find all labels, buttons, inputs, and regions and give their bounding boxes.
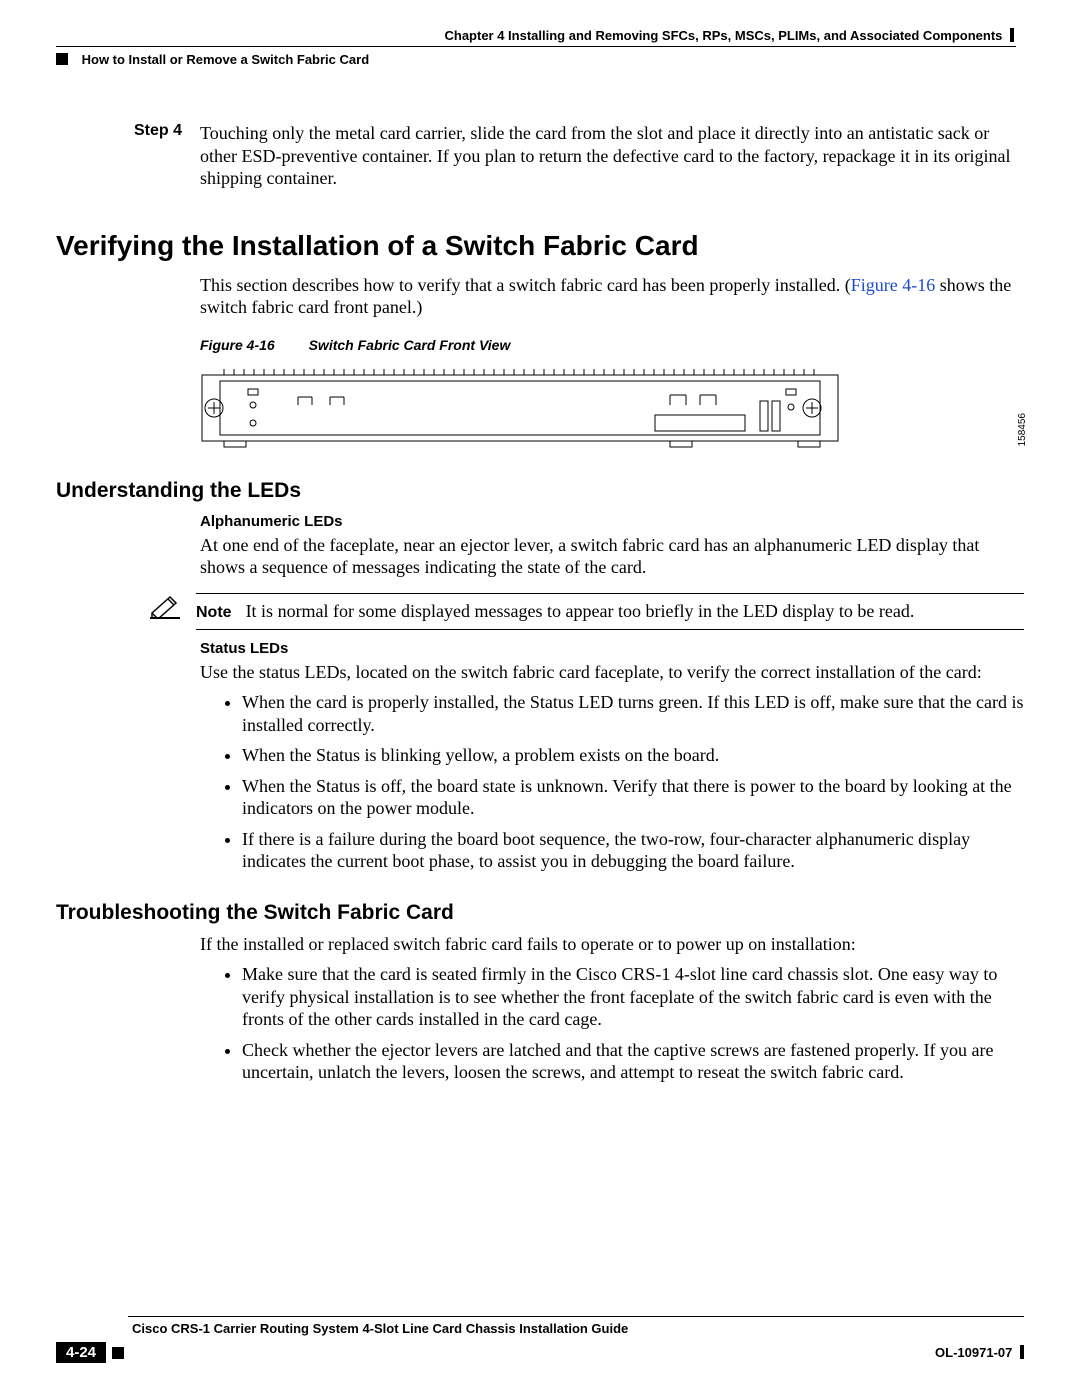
figure-xref-link[interactable]: Figure 4-16: [851, 275, 936, 295]
alphanumeric-leds-text: At one end of the faceplate, near an eje…: [200, 534, 1024, 579]
running-footer: Cisco CRS-1 Carrier Routing System 4-Slo…: [56, 1316, 1024, 1363]
note-line: Note It is normal for some displayed mess…: [196, 600, 1024, 623]
figure-number: Figure 4-16: [200, 337, 275, 353]
troubleshooting-list: Make sure that the card is seated firmly…: [216, 963, 1024, 1084]
figure-id-label: 158456: [1017, 413, 1028, 446]
footer-square-icon: [112, 1347, 124, 1359]
step-label: Step 4: [56, 122, 200, 190]
heading-understanding-leds: Understanding the LEDs: [56, 479, 1024, 503]
heading-verifying: Verifying the Installation of a Switch F…: [56, 230, 1024, 262]
step-text: Touching only the metal card carrier, sl…: [200, 122, 1024, 190]
header-end-bar: [1010, 28, 1014, 42]
status-leds-list: When the card is properly installed, the…: [216, 691, 1024, 873]
list-item: Make sure that the card is seated firmly…: [242, 963, 1024, 1031]
figure-title: Switch Fabric Card Front View: [309, 337, 511, 353]
footer-end-bar: [1020, 1345, 1024, 1359]
intro-paragraph: This section describes how to verify tha…: [200, 274, 1024, 319]
note-label: Note: [196, 604, 232, 621]
note-pencil-icon: [146, 593, 184, 619]
figure-caption: Figure 4-16 Switch Fabric Card Front Vie…: [200, 337, 1024, 353]
heading-status-leds: Status LEDs: [200, 640, 1024, 657]
running-header: Chapter 4 Installing and Removing SFCs, …: [56, 28, 1024, 72]
list-item: When the Status is blinking yellow, a pr…: [242, 744, 1024, 767]
step-row: Step 4 Touching only the metal card carr…: [56, 122, 1024, 190]
list-item: Check whether the ejector levers are lat…: [242, 1039, 1024, 1084]
header-chapter: Chapter 4 Installing and Removing SFCs, …: [444, 28, 1014, 43]
heading-troubleshooting: Troubleshooting the Switch Fabric Card: [56, 901, 1024, 925]
list-item: When the card is properly installed, the…: [242, 691, 1024, 736]
intro-text-a: This section describes how to verify tha…: [200, 275, 851, 295]
footer-page-number: 4-24: [56, 1342, 106, 1363]
note-text: It is normal for some displayed messages…: [246, 601, 915, 621]
footer-rule: [128, 1316, 1024, 1317]
heading-alphanumeric-leds: Alphanumeric LEDs: [200, 513, 1024, 530]
note-rule-top: [196, 593, 1024, 594]
header-section: How to Install or Remove a Switch Fabric…: [56, 52, 369, 67]
header-rule: [56, 46, 1016, 47]
footer-doc-id: OL-10971-07: [935, 1345, 1024, 1360]
header-square-icon: [56, 53, 68, 65]
footer-book-title: Cisco CRS-1 Carrier Routing System 4-Slo…: [132, 1321, 1024, 1336]
header-chapter-text: Chapter 4 Installing and Removing SFCs, …: [444, 28, 1002, 43]
figure-wrapper: 158456: [200, 359, 1024, 451]
status-leds-intro: Use the status LEDs, located on the swit…: [200, 661, 1024, 684]
header-section-text: How to Install or Remove a Switch Fabric…: [82, 52, 370, 67]
note-block: Note It is normal for some displayed mess…: [146, 593, 1024, 630]
note-rule-bottom: [196, 629, 1024, 630]
footer-doc-id-text: OL-10971-07: [935, 1345, 1012, 1360]
troubleshooting-intro: If the installed or replaced switch fabr…: [200, 933, 1024, 956]
list-item: If there is a failure during the board b…: [242, 828, 1024, 873]
switch-fabric-card-figure: [200, 359, 840, 451]
list-item: When the Status is off, the board state …: [242, 775, 1024, 820]
